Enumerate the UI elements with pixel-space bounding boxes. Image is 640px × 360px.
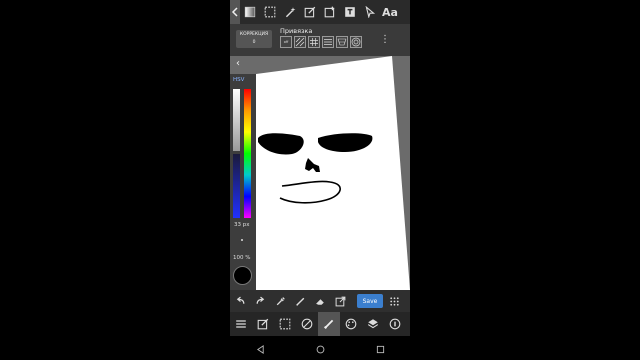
edit-icon[interactable]	[252, 312, 274, 336]
correction-label: КОРРЕКЦИЯ	[239, 32, 269, 37]
cursor-icon[interactable]	[360, 0, 380, 24]
text-tool-icon[interactable]: Aa	[380, 0, 400, 24]
snap-concentric-icon[interactable]	[350, 36, 362, 48]
layers-icon[interactable]	[362, 312, 384, 336]
brush-size-label[interactable]: 33 px	[234, 222, 250, 228]
pen-icon[interactable]	[290, 290, 310, 312]
correction-value: 0	[252, 40, 256, 45]
eraser-icon[interactable]	[310, 290, 330, 312]
snap-label: Привязка	[280, 27, 313, 35]
snap-horizontal-icon[interactable]	[322, 36, 334, 48]
eyedropper-icon[interactable]	[270, 290, 290, 312]
main-toolbar	[230, 312, 410, 336]
color-panel: HSV 33 px 100 %	[230, 74, 256, 290]
snap-toolbar: КОРРЕКЦИЯ 0 Привязка off ⋮	[230, 24, 410, 56]
undo-icon[interactable]	[230, 290, 250, 312]
save-button[interactable]: Save	[357, 294, 383, 308]
back-arrow-icon[interactable]: ‹	[236, 58, 240, 69]
snap-off-button[interactable]: off	[280, 36, 292, 48]
hue-slider[interactable]	[244, 89, 251, 218]
edit-selection-icon[interactable]	[300, 0, 320, 24]
current-color-swatch[interactable]	[233, 266, 252, 285]
marquee-icon[interactable]	[274, 312, 296, 336]
gradient-icon[interactable]	[240, 0, 260, 24]
saturation-slider[interactable]	[233, 154, 240, 218]
share-icon[interactable]	[330, 290, 350, 312]
snap-options: off	[280, 36, 362, 48]
nav-recents-icon[interactable]	[376, 339, 385, 358]
color-mode-label[interactable]: HSV	[233, 77, 244, 83]
info-icon[interactable]	[384, 312, 406, 336]
menu-icon[interactable]	[230, 312, 252, 336]
drawing-canvas[interactable]	[230, 56, 410, 290]
snap-grid-icon[interactable]	[308, 36, 320, 48]
app-screen: Aa КОРРЕКЦИЯ 0 Привязка off ⋮ ‹ HSV 33 p…	[230, 0, 410, 360]
text-tool-label: Aa	[382, 5, 398, 19]
action-toolbar: Save	[230, 290, 410, 312]
value-slider[interactable]	[233, 89, 240, 151]
nav-home-icon[interactable]	[316, 339, 325, 358]
snap-parallel-icon[interactable]	[294, 36, 306, 48]
brush-preview-dot	[241, 239, 243, 241]
nav-back-icon[interactable]	[256, 339, 265, 358]
canvas-area[interactable]: ‹ HSV 33 px 100 %	[230, 56, 410, 290]
snap-off-label: off	[283, 40, 289, 44]
selection-icon[interactable]	[260, 0, 280, 24]
brush-icon[interactable]	[318, 312, 340, 336]
add-layer-icon[interactable]	[320, 0, 340, 24]
magic-wand-icon[interactable]	[280, 0, 300, 24]
top-toolbar: Aa	[230, 0, 410, 24]
correction-button[interactable]: КОРРЕКЦИЯ 0	[236, 30, 272, 48]
fill-icon[interactable]	[340, 0, 360, 24]
android-navbar	[230, 336, 410, 360]
opacity-label[interactable]: 100 %	[233, 255, 250, 261]
redo-icon[interactable]	[250, 290, 270, 312]
more-grid-icon[interactable]	[384, 290, 404, 312]
rotate-canvas-icon[interactable]	[296, 312, 318, 336]
collapse-icon[interactable]	[230, 0, 240, 24]
snap-perspective-icon[interactable]	[336, 36, 348, 48]
more-options-icon[interactable]: ⋮	[380, 35, 390, 45]
palette-icon[interactable]	[340, 312, 362, 336]
